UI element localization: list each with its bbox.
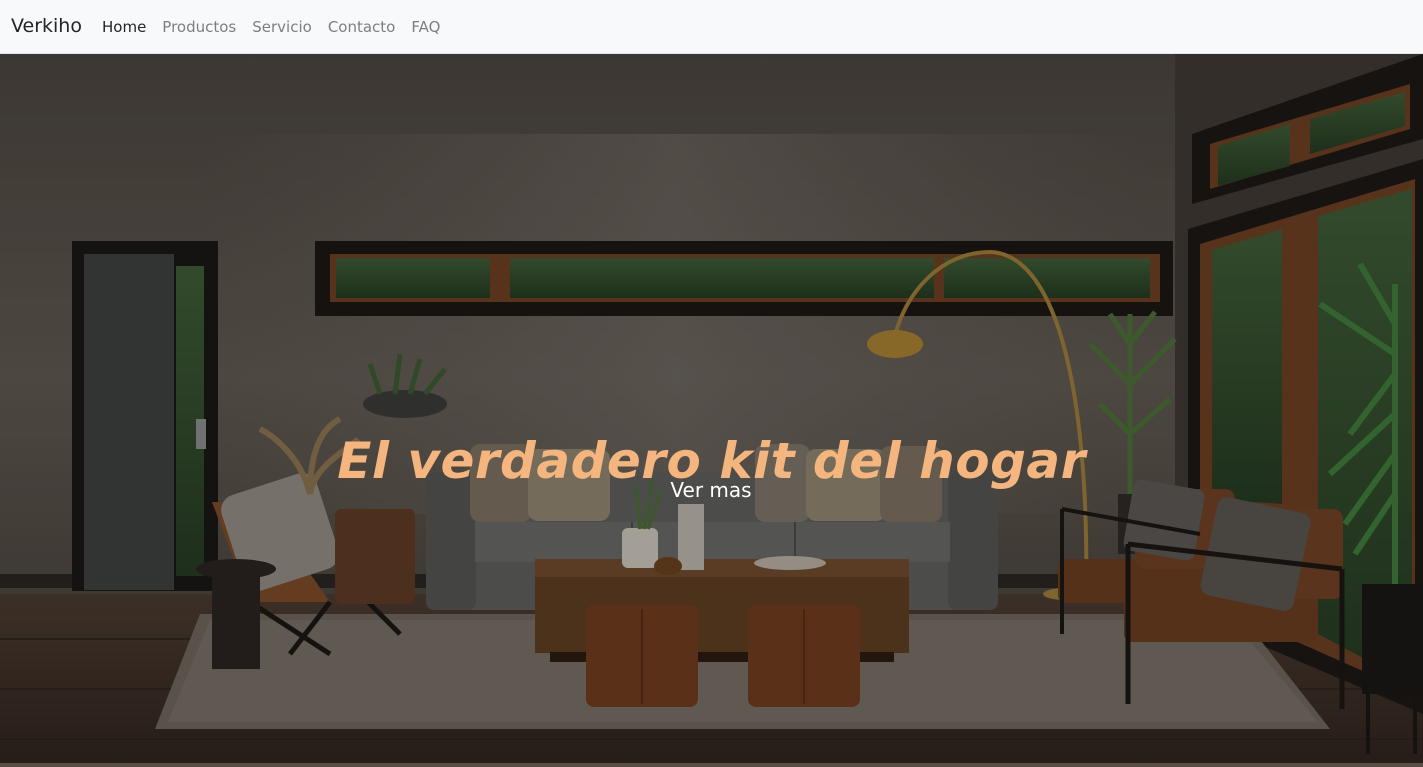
nav-item-home: Home [102, 17, 162, 37]
navbar: Verkiho Home Productos Servicio Contacto… [0, 0, 1423, 54]
ver-mas-button[interactable]: Ver mas [651, 474, 771, 506]
nav-link-home[interactable]: Home [102, 17, 146, 37]
brand-logo[interactable]: Verkiho [11, 14, 82, 38]
nav-link-productos[interactable]: Productos [162, 17, 236, 37]
nav-item-productos: Productos [162, 17, 252, 37]
nav-item-contacto: Contacto [328, 17, 412, 37]
nav-link-contacto[interactable]: Contacto [328, 17, 396, 37]
nav-item-servicio: Servicio [252, 17, 328, 37]
hero-background-image [0, 54, 1423, 767]
hero-section: El verdadero kit del hogar Ver mas [0, 54, 1423, 767]
nav-link-faq[interactable]: FAQ [411, 17, 440, 37]
bottom-edge [0, 763, 1423, 767]
nav-link-servicio[interactable]: Servicio [252, 17, 312, 37]
nav-item-faq: FAQ [411, 17, 456, 37]
nav-links: Home Productos Servicio Contacto FAQ [102, 17, 456, 37]
